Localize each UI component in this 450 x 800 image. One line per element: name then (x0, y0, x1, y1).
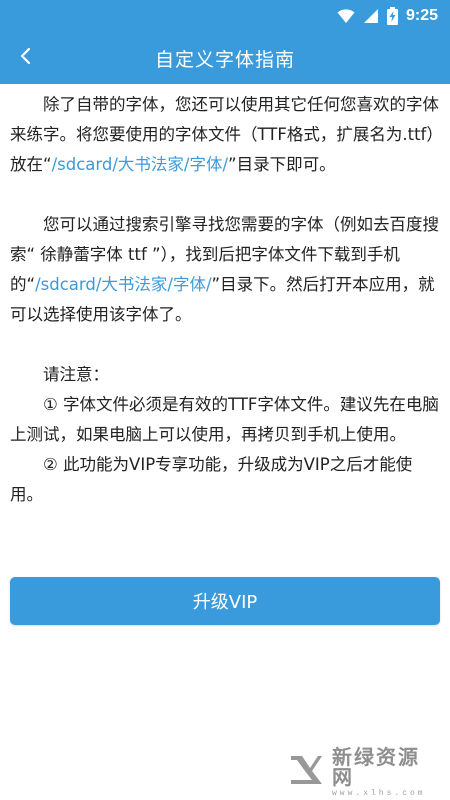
signal-icon (363, 8, 379, 24)
wifi-icon (337, 8, 355, 24)
note-item-vip: ② 此功能为VIP专享功能，升级成为VIP之后才能使用。 (10, 455, 413, 504)
font-folder-path: /sdcard/大书法家/字体/ (51, 155, 229, 174)
back-button[interactable] (8, 40, 44, 76)
font-folder-path: /sdcard/大书法家/字体/ (35, 275, 212, 294)
page-title: 自定义字体指南 (154, 48, 295, 71)
note-item-ttf: ① 字体文件必须是有效的TTF字体文件。建议先在电脑上测试，如果电脑上可以使用，… (10, 395, 439, 444)
watermark-title: 新绿资源网 (332, 744, 420, 789)
paragraph-text: ”目录下即可。 (228, 155, 336, 174)
battery-charging-icon (386, 7, 398, 25)
logo-icon (288, 752, 324, 792)
note-title: 请注意： (43, 365, 109, 384)
status-time: 9:25 (405, 7, 438, 24)
paragraph-download: 您可以通过搜索引擎寻找您需要的字体（例如去百度搜索“ 徐静蕾字体 ttf ”），… (10, 210, 442, 330)
chevron-left-icon (19, 46, 33, 70)
app-bar: 自定义字体指南 (0, 32, 450, 84)
watermark: 新绿资源网 www.xlhs.com (288, 747, 436, 797)
status-bar: 9:25 (0, 0, 450, 32)
paragraph-install: 除了自带的字体，您还可以使用其它任何您喜欢的字体来练字。将您要使用的字体文件（T… (10, 90, 442, 180)
guide-content: 除了自带的字体，您还可以使用其它任何您喜欢的字体来练字。将您要使用的字体文件（T… (10, 90, 442, 510)
watermark-url: www.xlhs.com (332, 788, 426, 798)
upgrade-vip-button[interactable]: 升级VIP (10, 577, 440, 625)
